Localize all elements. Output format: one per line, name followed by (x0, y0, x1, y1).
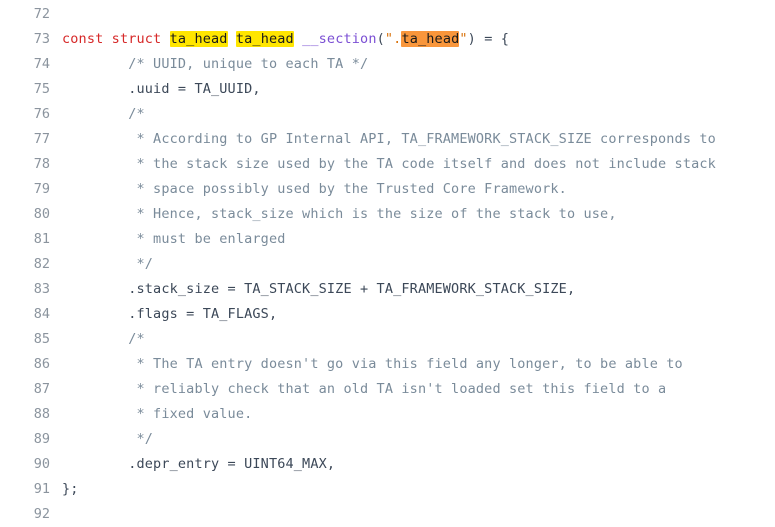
code-line-82[interactable]: 82 */ (0, 252, 775, 277)
token-comment: /* (62, 106, 145, 122)
code-line-84[interactable]: 84 .flags = TA_FLAGS, (0, 302, 775, 327)
token-string: " (459, 31, 468, 47)
line-content: * According to GP Internal API, TA_FRAME… (50, 127, 716, 152)
code-line-76[interactable]: 76 /* (0, 102, 775, 127)
token-comment: */ (62, 256, 154, 272)
code-line-80[interactable]: 80 * Hence, stack_size which is the size… (0, 202, 775, 227)
line-number: 84 (33, 306, 50, 322)
line-number: 80 (33, 206, 50, 222)
token-comment: * According to GP Internal API, TA_FRAME… (62, 131, 716, 147)
token-comment: * the stack size used by the TA code its… (62, 156, 716, 172)
code-line-92[interactable]: 92 (0, 502, 775, 527)
line-number: 83 (33, 281, 50, 297)
code-line-75[interactable]: 75 .uuid = TA_UUID, (0, 77, 775, 102)
line-number: 77 (33, 131, 50, 147)
line-content: */ (50, 427, 153, 452)
token-punct: ) (467, 31, 476, 47)
line-content: /* UUID, unique to each TA */ (50, 52, 368, 77)
line-content: .depr_entry = UINT64_MAX, (50, 452, 335, 477)
code-listing[interactable]: 72 73 const struct ta_head ta_head __secti… (0, 0, 775, 522)
line-number: 87 (33, 381, 50, 397)
line-content: const struct ta_head ta_head __section("… (50, 27, 509, 52)
token-comment: /* UUID, unique to each TA */ (62, 56, 369, 72)
line-content: * space possibly used by the Trusted Cor… (50, 177, 567, 202)
code-line-85[interactable]: 85 /* (0, 327, 775, 352)
code-line-89[interactable]: 89 */ (0, 427, 775, 452)
line-number: 75 (33, 81, 50, 97)
line-number: 89 (33, 431, 50, 447)
line-content: }; (50, 477, 79, 502)
line-number: 72 (33, 6, 50, 22)
line-content: .uuid = TA_UUID, (50, 77, 261, 102)
token-macro: __section (302, 31, 377, 47)
code-line-86[interactable]: 86 * The TA entry doesn't go via this fi… (0, 352, 775, 377)
token-plain: .stack_size = TA_STACK_SIZE + TA_FRAMEWO… (62, 281, 576, 297)
line-number: 81 (33, 231, 50, 247)
token-comment: * Hence, stack_size which is the size of… (62, 206, 617, 222)
line-number: 85 (33, 331, 50, 347)
token-plain: .depr_entry = UINT64_MAX, (62, 456, 336, 472)
line-content: * reliably check that an old TA isn't lo… (50, 377, 666, 402)
code-line-74[interactable]: 74 /* UUID, unique to each TA */ (0, 52, 775, 77)
token-plain: .flags = TA_FLAGS, (62, 306, 278, 322)
line-content: * The TA entry doesn't go via this field… (50, 352, 683, 377)
line-number: 92 (33, 506, 50, 522)
line-content: * the stack size used by the TA code its… (50, 152, 716, 177)
highlighted-token-match[interactable]: ta_head (401, 31, 460, 47)
line-number: 73 (33, 31, 50, 47)
token-punct: ( (376, 31, 385, 47)
code-line-87[interactable]: 87 * reliably check that an old TA isn't… (0, 377, 775, 402)
token-plain: .uuid = TA_UUID, (62, 81, 261, 97)
code-line-73[interactable]: 73 const struct ta_head ta_head __section… (0, 27, 775, 52)
line-number: 78 (33, 156, 50, 172)
line-number: 86 (33, 356, 50, 372)
code-line-72[interactable]: 72 (0, 2, 775, 27)
token-comment: * fixed value. (62, 406, 253, 422)
line-content: /* (50, 102, 145, 127)
token-comment: /* (62, 331, 145, 347)
code-line-77[interactable]: 77 * According to GP Internal API, TA_FR… (0, 127, 775, 152)
line-number: 79 (33, 181, 50, 197)
line-content: .flags = TA_FLAGS, (50, 302, 277, 327)
token-comment: * space possibly used by the Trusted Cor… (62, 181, 567, 197)
token-comment: */ (62, 431, 154, 447)
code-line-78[interactable]: 78 * the stack size used by the TA code … (0, 152, 775, 177)
code-line-79[interactable]: 79 * space possibly used by the Trusted … (0, 177, 775, 202)
code-line-91[interactable]: 91}; (0, 477, 775, 502)
token-comment: * reliably check that an old TA isn't lo… (62, 381, 667, 397)
line-content: /* (50, 327, 145, 352)
line-number: 91 (33, 481, 50, 497)
line-content: .stack_size = TA_STACK_SIZE + TA_FRAMEWO… (50, 277, 575, 302)
line-content: */ (50, 252, 153, 277)
line-content: * fixed value. (50, 402, 252, 427)
token-string: ". (384, 31, 402, 47)
token-comment: * The TA entry doesn't go via this field… (62, 356, 683, 372)
code-line-90[interactable]: 90 .depr_entry = UINT64_MAX, (0, 452, 775, 477)
token-comment: * must be enlarged (62, 231, 286, 247)
token-plain: = { (475, 31, 510, 47)
highlighted-token-current[interactable]: ta_head (235, 31, 294, 47)
highlighted-token-current[interactable]: ta_head (169, 31, 228, 47)
code-line-81[interactable]: 81 * must be enlarged (0, 227, 775, 252)
line-number: 88 (33, 406, 50, 422)
token-plain: }; (62, 481, 79, 497)
line-content: * Hence, stack_size which is the size of… (50, 202, 617, 227)
token-keyword: const (62, 31, 104, 47)
line-content: * must be enlarged (50, 227, 286, 252)
code-line-88[interactable]: 88 * fixed value. (0, 402, 775, 427)
line-number: 90 (33, 456, 50, 472)
code-line-83[interactable]: 83 .stack_size = TA_STACK_SIZE + TA_FRAM… (0, 277, 775, 302)
token-keyword: struct (111, 31, 162, 47)
line-number: 74 (33, 56, 50, 72)
line-number: 76 (33, 106, 50, 122)
line-number: 82 (33, 256, 50, 272)
